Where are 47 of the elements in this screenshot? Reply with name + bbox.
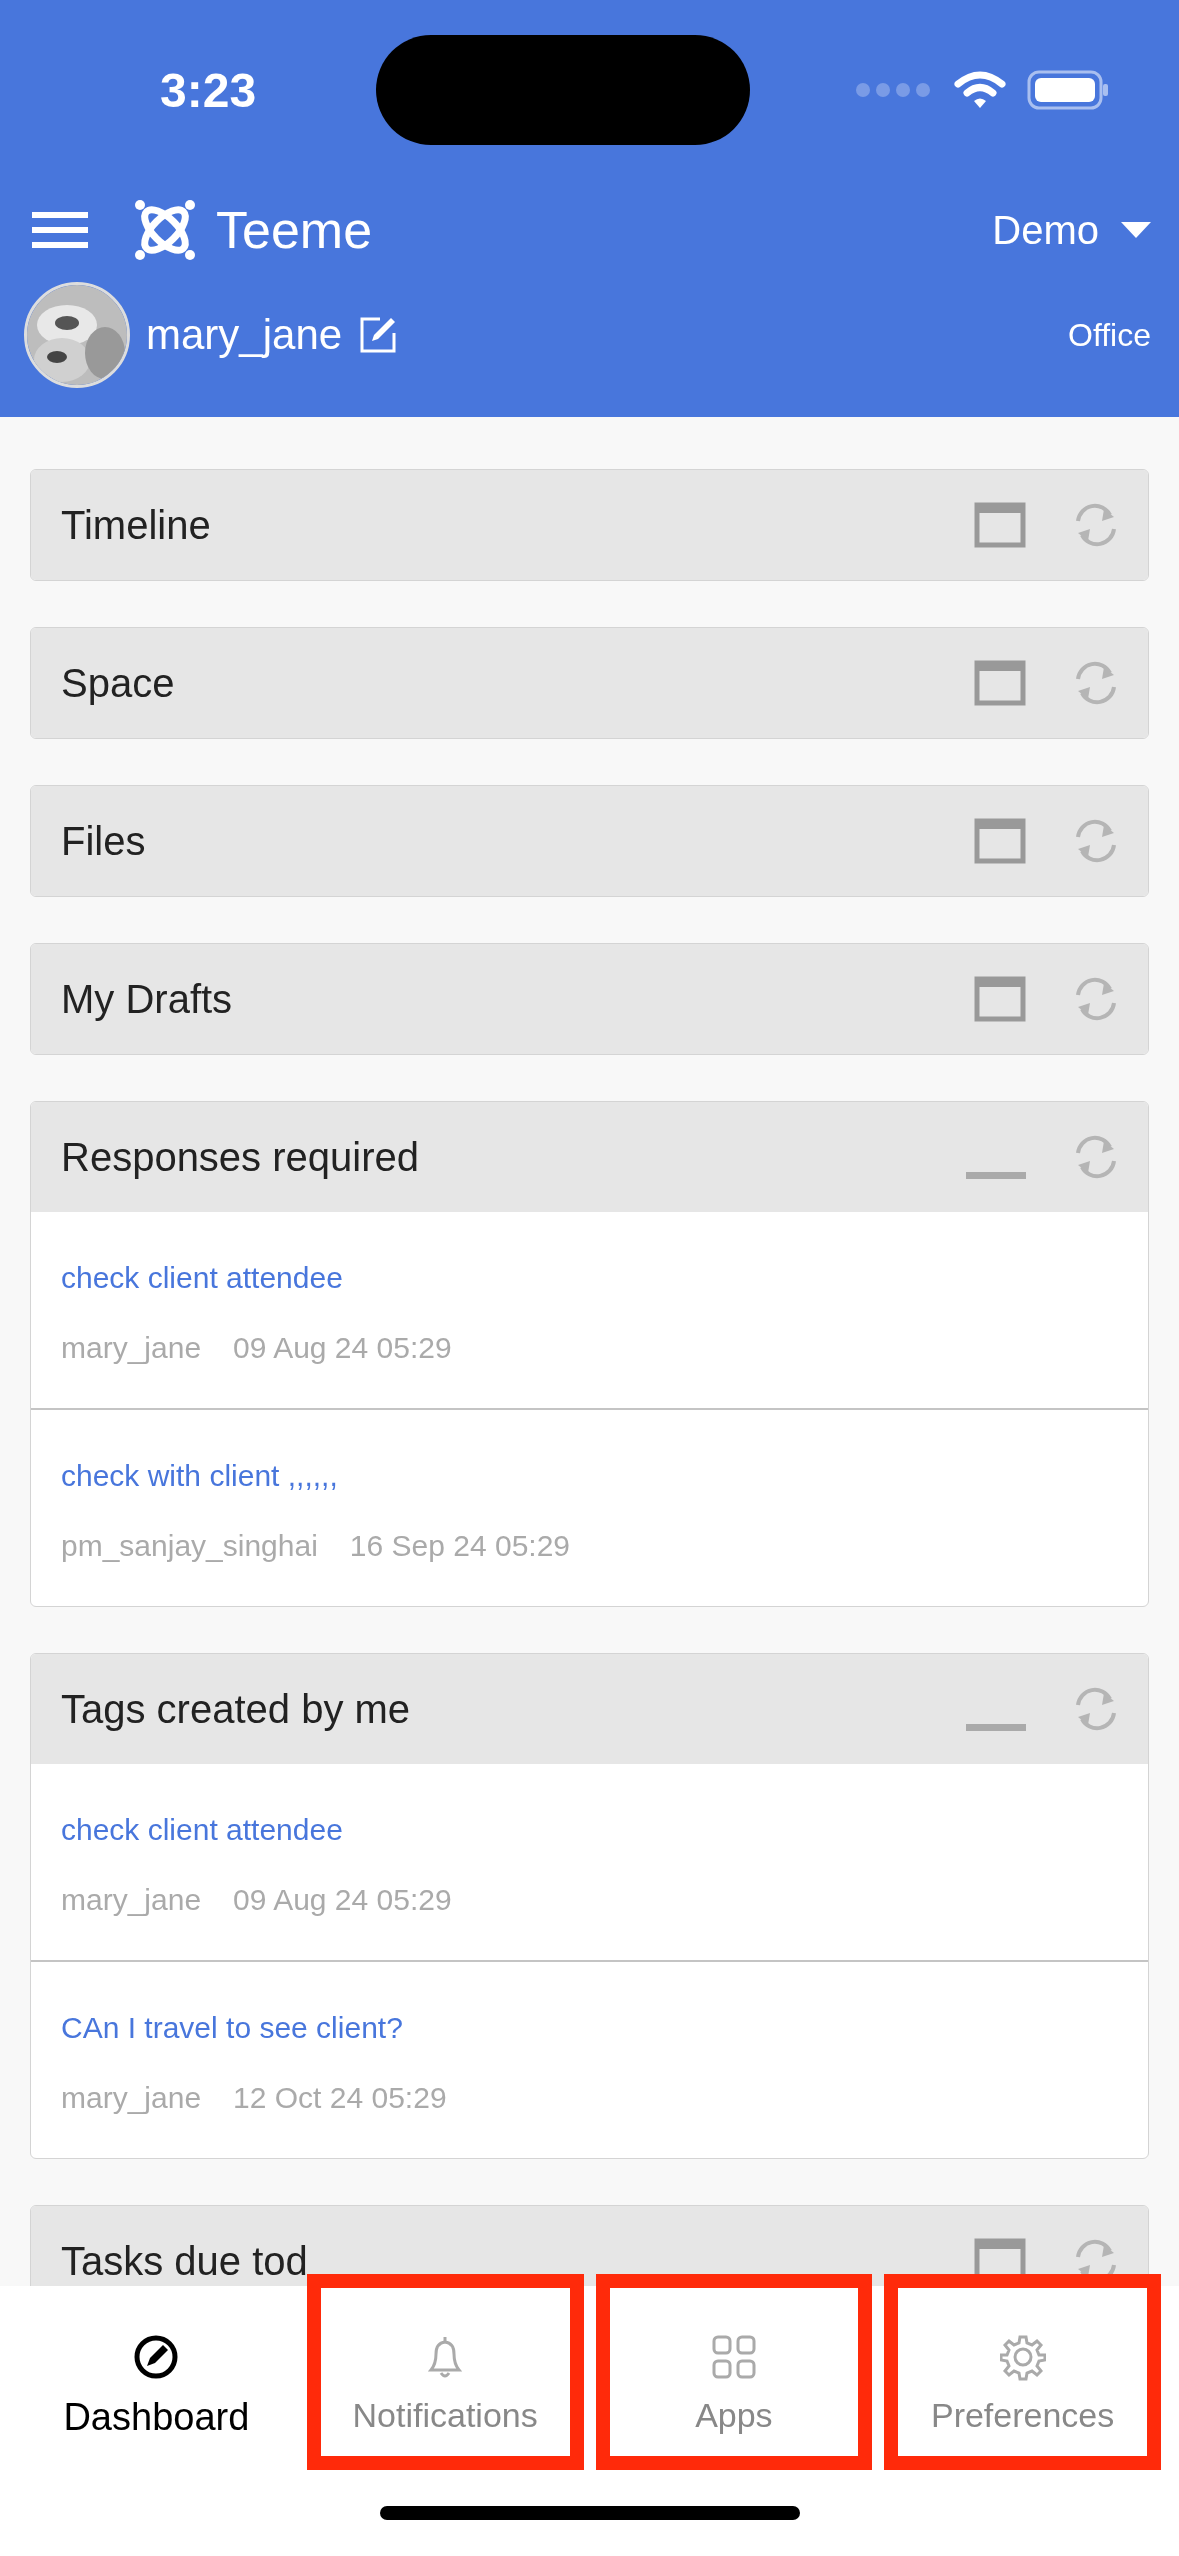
edit-icon[interactable] [358,315,399,355]
panel-header[interactable]: Files [31,786,1148,896]
panel-header[interactable]: Tags created by me [31,1654,1148,1764]
panel-header[interactable]: Timeline [31,470,1148,580]
panel-title: Files [61,818,147,864]
gear-icon [999,2334,1046,2382]
panel-header[interactable]: Responses required [31,1102,1148,1212]
item-link[interactable]: check client attendee [61,1813,343,1847]
window-icon[interactable] [974,976,1026,1022]
caret-icon [1121,222,1151,238]
panel-title: Tasks due tod [61,2238,309,2284]
tab-button[interactable]: Apps [685,2326,783,2443]
panel-header[interactable]: My Drafts [31,944,1148,1054]
item-author: mary_jane [61,1331,202,1365]
grid-icon [710,2334,757,2382]
tab-button[interactable]: Notifications [342,2326,548,2443]
item-author: pm_sanjay_singhai [61,1529,318,1563]
item-date: 09 Aug 24 05:29 [233,1331,452,1365]
panel-title: Space [61,660,176,706]
user-role: Office [1068,316,1151,354]
item-author: mary_jane [61,2081,202,2115]
window-icon[interactable] [974,502,1026,548]
panel-title: Responses required [61,1134,420,1180]
app-title: Teeme [216,200,373,260]
item-author: mary_jane [61,1883,202,1917]
item-date: 12 Oct 24 05:29 [233,2081,447,2115]
signal-icon [855,82,933,98]
tab-button[interactable]: Dashboard [53,2326,260,2447]
item-date: 16 Sep 24 05:29 [349,1529,571,1563]
menu-icon[interactable] [32,210,88,250]
workspace-dropdown[interactable]: Demo [992,207,1151,253]
panel-header[interactable]: Space [31,628,1148,738]
item-date: 09 Aug 24 05:29 [233,1883,452,1917]
battery-icon [1027,70,1109,110]
username: mary_jane [146,311,343,359]
tab-button[interactable]: Preferences [920,2326,1125,2443]
wifi-icon [953,70,1007,110]
panel-title: Tags created by me [61,1686,412,1732]
panel-title: My Drafts [61,976,234,1022]
item-link[interactable]: CAn I travel to see client? [61,2011,403,2045]
panel-title: Timeline [61,502,212,548]
window-icon[interactable] [974,660,1026,706]
window-icon[interactable] [974,818,1026,864]
clock-time: 3:23 [160,62,258,118]
item-link[interactable]: check client attendee [61,1261,343,1295]
logo-icon [132,197,198,263]
item-link[interactable]: check with client ,,,,,, [61,1459,338,1493]
